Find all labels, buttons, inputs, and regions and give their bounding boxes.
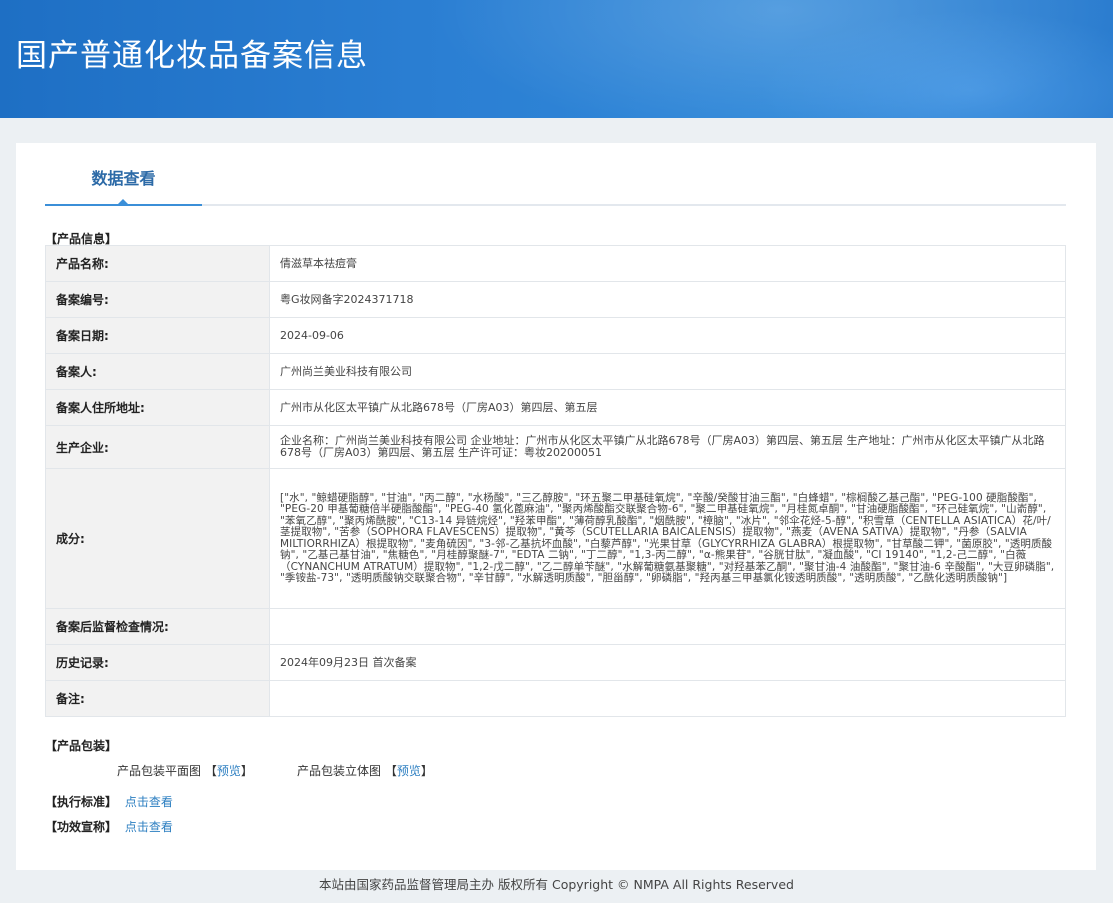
bracket-close: 】: [240, 764, 253, 778]
package-solid-item: 产品包装立体图 【预览】: [297, 762, 433, 779]
product-name-value: 倩滋草本祛痘膏: [269, 245, 1066, 282]
table-row: 备案人住所地址: 广州市从化区太平镇广从北路678号（厂房A03）第四层、第五层: [45, 389, 1066, 426]
main-panel: 数据查看 【产品信息】 产品名称: 倩滋草本祛痘膏 备案编号: 粤G妆网备字20…: [16, 143, 1096, 870]
ingredients-value: ["水", "鲸蜡硬脂醇", "甘油", "丙二醇", "水杨酸", "三乙醇胺…: [269, 468, 1066, 609]
row-label: 备案人:: [45, 353, 270, 390]
row-label: 产品名称:: [45, 245, 270, 282]
table-row: 成分: ["水", "鲸蜡硬脂醇", "甘油", "丙二醇", "水杨酸", "…: [45, 468, 1066, 609]
registration-date-value: 2024-09-06: [269, 317, 1066, 354]
page-title: 国产普通化妆品备案信息: [16, 38, 368, 74]
row-label: 备案编号:: [45, 281, 270, 318]
package-flat-label: 产品包装平面图: [117, 764, 202, 778]
row-label: 生产企业:: [45, 425, 270, 469]
row-label: 历史记录:: [45, 644, 270, 681]
standard-view-link[interactable]: 点击查看: [125, 795, 173, 809]
efficacy-label: 【功效宣称】: [45, 820, 118, 834]
tab-label: 数据查看: [91, 169, 156, 188]
table-row: 历史记录: 2024年09月23日 首次备案: [45, 644, 1066, 681]
table-row: 生产企业: 企业名称：广州尚兰美业科技有限公司 企业地址：广州市从化区太平镇广从…: [45, 425, 1066, 469]
registrant-address-value: 广州市从化区太平镇广从北路678号（厂房A03）第四层、第五层: [269, 389, 1066, 426]
package-flat-item: 产品包装平面图 【预览】: [117, 762, 253, 779]
footer-copyright: 本站由国家药品监督管理局主办 版权所有 Copyright © NMPA All…: [319, 877, 794, 892]
supervision-value: [269, 608, 1066, 645]
table-row: 备案后监督检查情况:: [45, 608, 1066, 645]
efficacy-row: 【功效宣称】 点击查看: [45, 818, 173, 835]
row-label: 备注:: [45, 680, 270, 717]
table-row: 备注:: [45, 680, 1066, 717]
package-flat-preview-link[interactable]: 预览: [217, 764, 241, 778]
manufacturer-value: 企业名称：广州尚兰美业科技有限公司 企业地址：广州市从化区太平镇广从北路678号…: [269, 425, 1066, 469]
bracket-open: 【: [384, 764, 397, 778]
packaging-section-title: 【产品包装】: [45, 739, 118, 753]
row-label: 备案日期:: [45, 317, 270, 354]
standard-row: 【执行标准】 点击查看: [45, 793, 173, 810]
table-row: 备案人: 广州尚兰美业科技有限公司: [45, 353, 1066, 390]
table-row: 备案日期: 2024-09-06: [45, 317, 1066, 354]
package-solid-preview-link[interactable]: 预览: [397, 764, 421, 778]
tab-bar: 数据查看: [45, 143, 1066, 206]
registration-number-value: 粤G妆网备字2024371718: [269, 281, 1066, 318]
table-row: 产品名称: 倩滋草本祛痘膏: [45, 245, 1066, 282]
bracket-open: 【: [204, 764, 217, 778]
bracket-close: 】: [420, 764, 433, 778]
row-label: 成分:: [45, 468, 270, 609]
header-banner: 国产普通化妆品备案信息: [0, 0, 1113, 118]
package-solid-label: 产品包装立体图: [297, 764, 382, 778]
registrant-value: 广州尚兰美业科技有限公司: [269, 353, 1066, 390]
row-label: 备案后监督检查情况:: [45, 608, 270, 645]
standard-label: 【执行标准】: [45, 795, 118, 809]
efficacy-view-link[interactable]: 点击查看: [125, 820, 173, 834]
tab-data-view[interactable]: 数据查看: [45, 143, 202, 206]
remarks-value: [269, 680, 1066, 717]
table-row: 备案编号: 粤G妆网备字2024371718: [45, 281, 1066, 318]
product-info-table: 产品名称: 倩滋草本祛痘膏 备案编号: 粤G妆网备字2024371718 备案日…: [45, 245, 1066, 717]
tab-active-caret-icon: [117, 199, 129, 205]
history-value: 2024年09月23日 首次备案: [269, 644, 1066, 681]
row-label: 备案人住所地址:: [45, 389, 270, 426]
